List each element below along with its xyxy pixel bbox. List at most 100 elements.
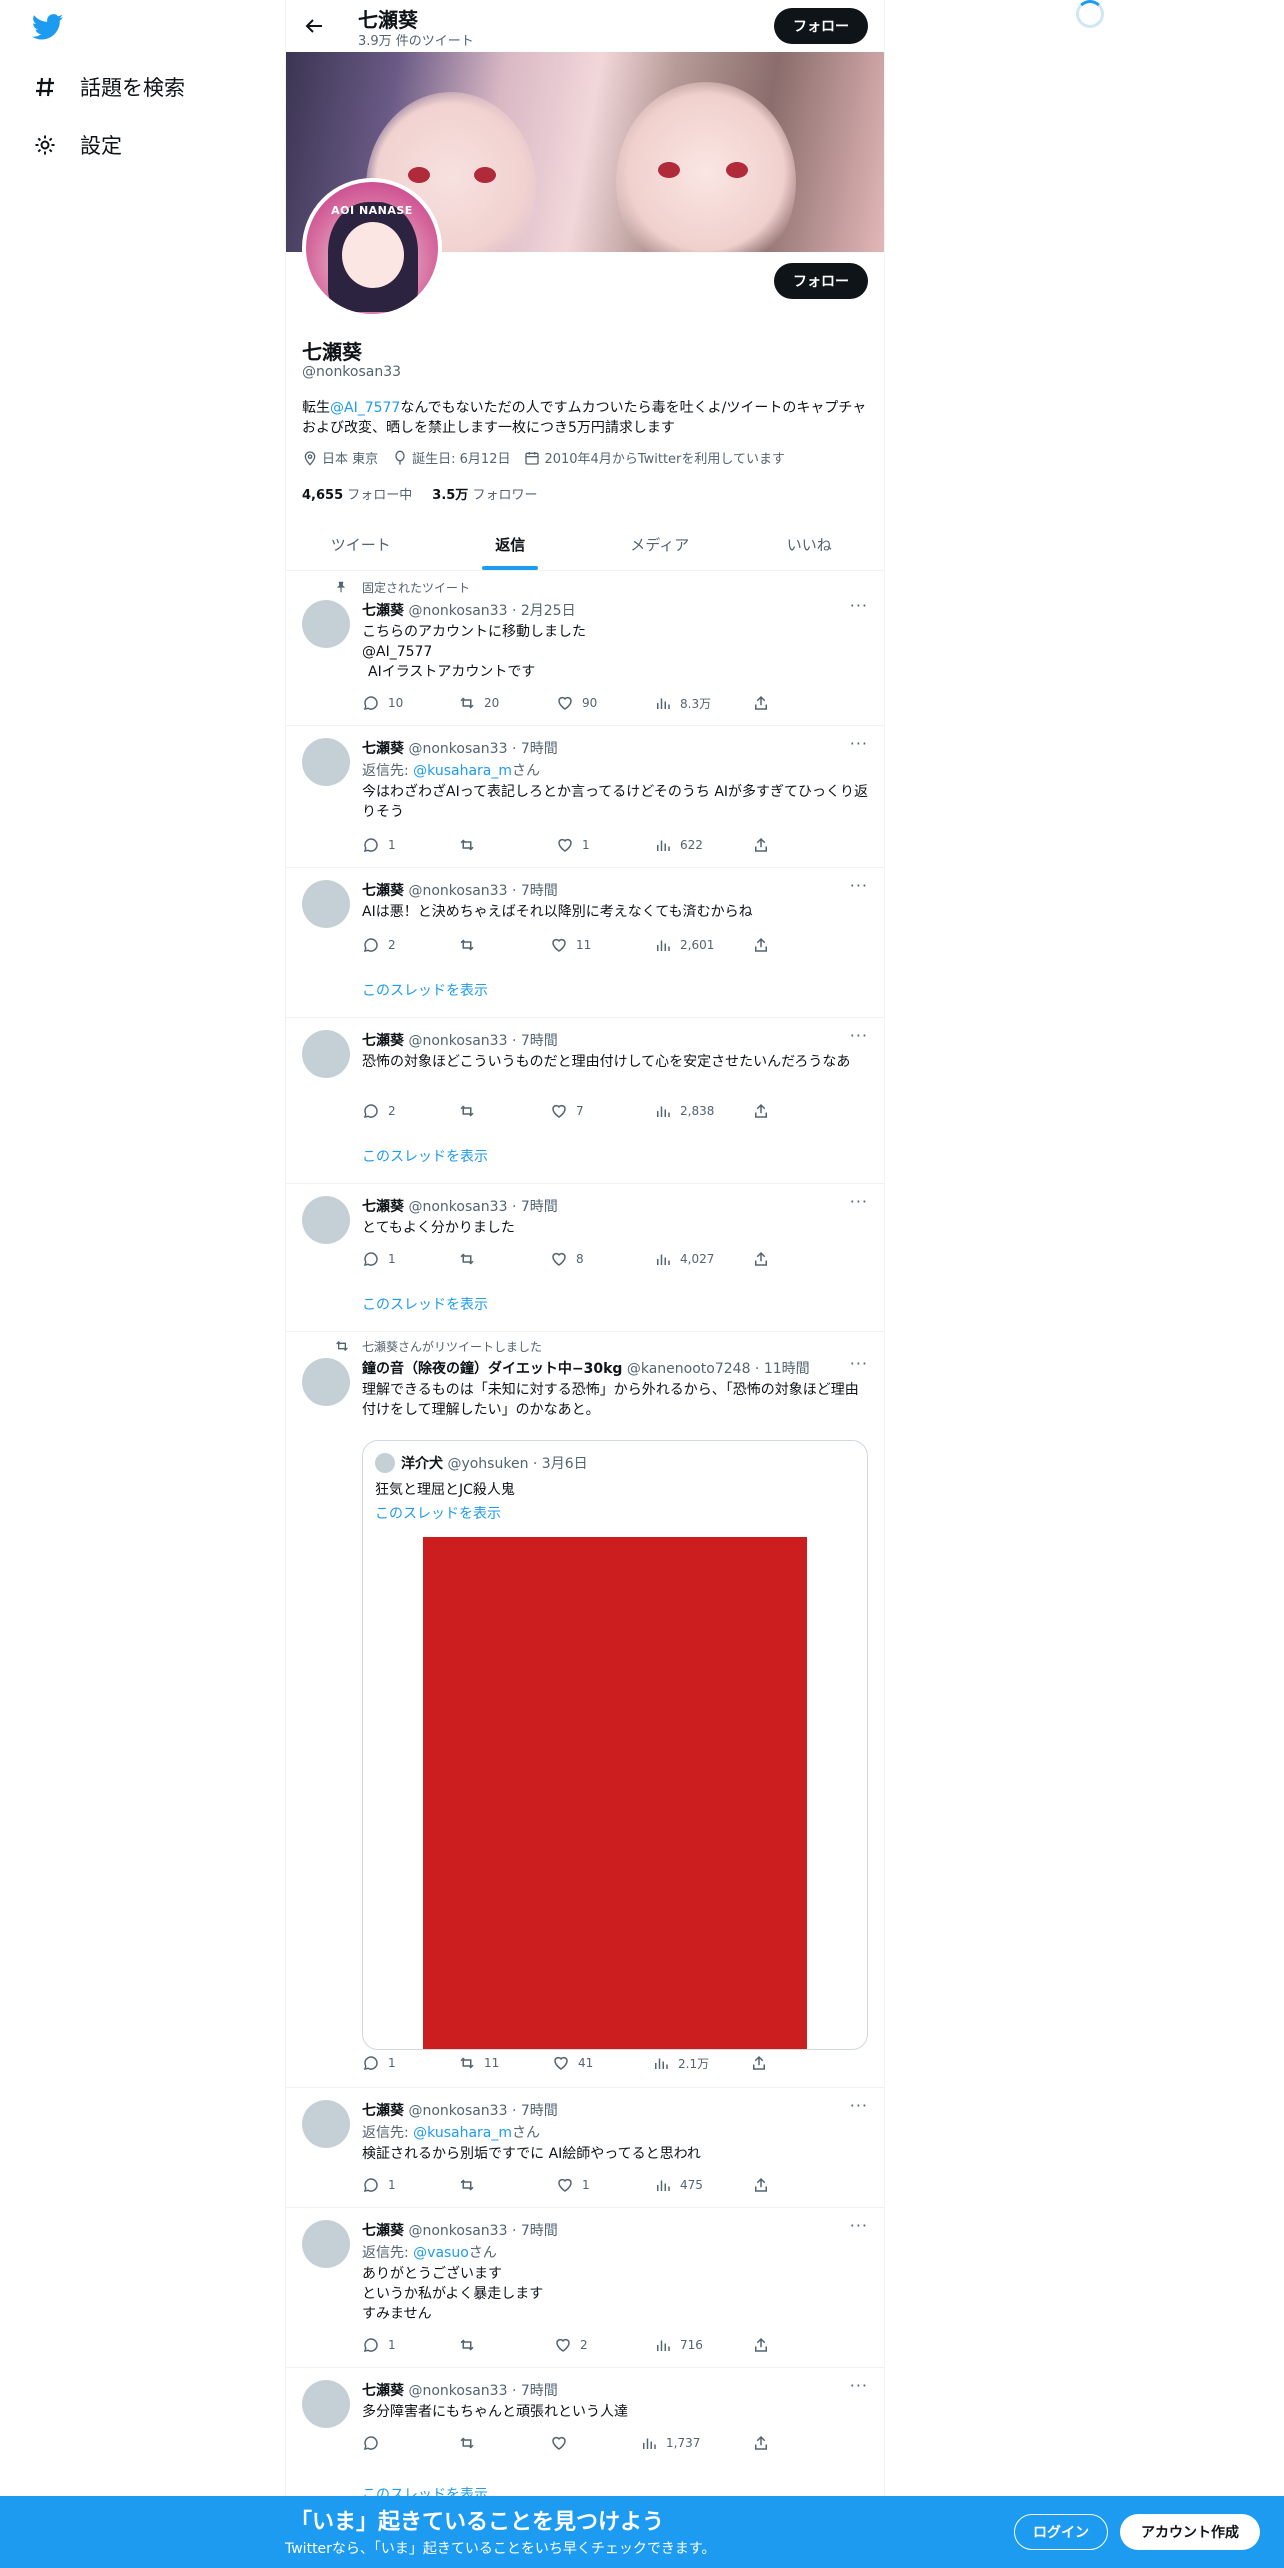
profile-avatar[interactable]: AOI NANASE xyxy=(302,178,442,318)
login-button[interactable]: ログイン xyxy=(1014,2514,1108,2550)
more-options-icon[interactable]: ··· xyxy=(850,734,868,753)
views-button[interactable]: 475 xyxy=(654,2176,752,2194)
reply-button[interactable]: 1 xyxy=(362,2176,458,2194)
like-button[interactable]: 1 xyxy=(556,836,654,854)
tweet-item[interactable]: 七瀬葵 @nonkosan33 · 7時間 ··· 多分障害者にもちゃんと頑張れ… xyxy=(286,2368,884,2508)
share-button[interactable] xyxy=(752,836,770,854)
tweet-author-name[interactable]: 七瀬葵 xyxy=(362,603,404,619)
avatar[interactable] xyxy=(302,600,350,648)
back-arrow-icon[interactable] xyxy=(302,14,326,38)
avatar[interactable] xyxy=(302,1196,350,1244)
tweet-author-name[interactable]: 七瀬葵 xyxy=(362,2103,404,2119)
tweet-author-name[interactable]: 七瀬葵 xyxy=(362,741,404,757)
tweet-item[interactable]: 七瀬葵 @nonkosan33 · 7時間 ··· 返信先: @kusahara… xyxy=(286,2088,884,2208)
retweet-button[interactable] xyxy=(458,2434,550,2452)
reply-button[interactable]: 1 xyxy=(362,2336,458,2354)
more-options-icon[interactable]: ··· xyxy=(850,2096,868,2115)
reply-button[interactable]: 2 xyxy=(362,1102,458,1120)
reply-to-link[interactable]: @kusahara_m xyxy=(413,763,512,779)
tab-tweets[interactable]: ツイート xyxy=(286,518,436,570)
reply-button[interactable]: 10 xyxy=(362,694,458,712)
reply-button[interactable]: 1 xyxy=(362,1250,458,1268)
tweet-item[interactable]: 七瀬葵 @nonkosan33 · 7時間 ··· AIは悪！と決めちゃえばそれ… xyxy=(286,868,884,1018)
reply-button[interactable]: 1 xyxy=(362,2054,458,2072)
reply-button[interactable]: 1 xyxy=(362,836,458,854)
avatar[interactable] xyxy=(302,1358,350,1406)
tweet-author-name[interactable]: 七瀬葵 xyxy=(362,883,404,899)
retweet-button[interactable] xyxy=(458,1250,550,1268)
tab-media[interactable]: メディア xyxy=(585,518,735,570)
share-button[interactable] xyxy=(752,2176,770,2194)
views-button[interactable]: 2,601 xyxy=(654,936,752,954)
tweet-author-name[interactable]: 七瀬葵 xyxy=(362,1199,404,1215)
tweet-author-name[interactable]: 鐘の音（除夜の鐘）ダイエット中−30kg xyxy=(362,1361,622,1377)
more-options-icon[interactable]: ··· xyxy=(850,2376,868,2395)
more-options-icon[interactable]: ··· xyxy=(850,1192,868,1211)
tab-likes[interactable]: いいね xyxy=(735,518,885,570)
quoted-tweet[interactable]: 洋介犬 @yohsuken · 3月6日 狂気と理屈とJC殺人鬼 このスレッドを… xyxy=(362,1440,868,2050)
followers-link[interactable]: 3.5万 フォロワー xyxy=(432,484,537,503)
more-options-icon[interactable]: ··· xyxy=(850,876,868,895)
show-thread-link[interactable]: このスレッドを表示 xyxy=(375,1503,501,1523)
more-options-icon[interactable]: ··· xyxy=(850,596,868,615)
reply-to-link[interactable]: @vasuo xyxy=(413,2245,469,2261)
tab-replies[interactable]: 返信 xyxy=(436,518,586,570)
like-button[interactable]: 11 xyxy=(550,936,654,954)
retweet-button[interactable]: 20 xyxy=(458,694,556,712)
signup-button[interactable]: アカウント作成 xyxy=(1120,2514,1260,2550)
share-button[interactable] xyxy=(752,2434,770,2452)
tweet-item[interactable]: 七瀬葵 @nonkosan33 · 7時間 ··· とてもよく分かりました 1 … xyxy=(286,1184,884,1332)
twitter-logo-icon[interactable] xyxy=(32,14,64,40)
tweet-author-name[interactable]: 七瀬葵 xyxy=(362,2383,404,2399)
like-button[interactable]: 8 xyxy=(550,1250,654,1268)
like-button[interactable]: 2 xyxy=(554,2336,654,2354)
tweet-author-name[interactable]: 七瀬葵 xyxy=(362,1033,404,1049)
views-button[interactable]: 2.1万 xyxy=(652,2054,750,2072)
avatar[interactable] xyxy=(302,2100,350,2148)
like-button[interactable]: 41 xyxy=(552,2054,652,2072)
share-button[interactable] xyxy=(752,1250,770,1268)
show-thread-link[interactable]: このスレッドを表示 xyxy=(362,1294,488,1314)
more-options-icon[interactable]: ··· xyxy=(850,2216,868,2235)
tweet-author-name[interactable]: 七瀬葵 xyxy=(362,2223,404,2239)
retweet-button[interactable] xyxy=(458,836,556,854)
quote-image[interactable] xyxy=(423,1537,807,2049)
views-button[interactable]: 1,737 xyxy=(640,2434,752,2452)
retweet-button[interactable] xyxy=(458,2176,556,2194)
avatar[interactable] xyxy=(302,880,350,928)
profile-follow-button[interactable]: フォロー xyxy=(774,263,868,299)
retweet-button[interactable] xyxy=(458,1102,550,1120)
like-button[interactable]: 7 xyxy=(550,1102,654,1120)
tweet-item[interactable]: 七瀬葵 @nonkosan33 · 7時間 ··· 返信先: @vasuoさん … xyxy=(286,2208,884,2368)
tweet-item[interactable]: 固定されたツイート 七瀬葵 @nonkosan33 · 2月25日 ··· こち… xyxy=(286,572,884,726)
share-button[interactable] xyxy=(752,694,770,712)
views-button[interactable]: 622 xyxy=(654,836,752,854)
tweet-item[interactable]: 七瀬葵 @nonkosan33 · 7時間 ··· 恐怖の対象ほどこういうものだ… xyxy=(286,1018,884,1184)
views-button[interactable]: 8.3万 xyxy=(654,694,752,712)
like-button[interactable]: 90 xyxy=(556,694,654,712)
reply-button[interactable] xyxy=(362,2434,458,2452)
tweet-item[interactable]: 七瀬葵 @nonkosan33 · 7時間 ··· 返信先: @kusahara… xyxy=(286,726,884,868)
views-button[interactable]: 716 xyxy=(654,2336,752,2354)
avatar[interactable] xyxy=(302,738,350,786)
avatar[interactable] xyxy=(302,2220,350,2268)
reply-button[interactable]: 2 xyxy=(362,936,458,954)
tweet-mention-link[interactable]: @AI_7577 xyxy=(362,642,872,662)
views-button[interactable]: 4,027 xyxy=(654,1250,752,1268)
show-thread-link[interactable]: このスレッドを表示 xyxy=(362,980,488,1000)
following-link[interactable]: 4,655 フォロー中 xyxy=(302,484,412,503)
avatar[interactable] xyxy=(302,2380,350,2428)
avatar[interactable] xyxy=(302,1030,350,1078)
nav-explore[interactable]: 話題を検索 xyxy=(32,72,185,102)
like-button[interactable] xyxy=(550,2434,640,2452)
tweet-item[interactable]: 七瀬葵さんがリツイートしました 鐘の音（除夜の鐘）ダイエット中−30kg @ka… xyxy=(286,1332,884,2088)
bio-mention-link[interactable]: @AI_7577 xyxy=(330,400,400,416)
nav-settings[interactable]: 設定 xyxy=(32,130,122,160)
share-button[interactable] xyxy=(752,1102,770,1120)
more-options-icon[interactable]: ··· xyxy=(850,1026,868,1045)
retweet-button[interactable] xyxy=(458,936,550,954)
header-follow-button[interactable]: フォロー xyxy=(774,8,868,44)
share-button[interactable] xyxy=(752,936,770,954)
share-button[interactable] xyxy=(752,2336,770,2354)
retweet-button[interactable] xyxy=(458,2336,554,2354)
